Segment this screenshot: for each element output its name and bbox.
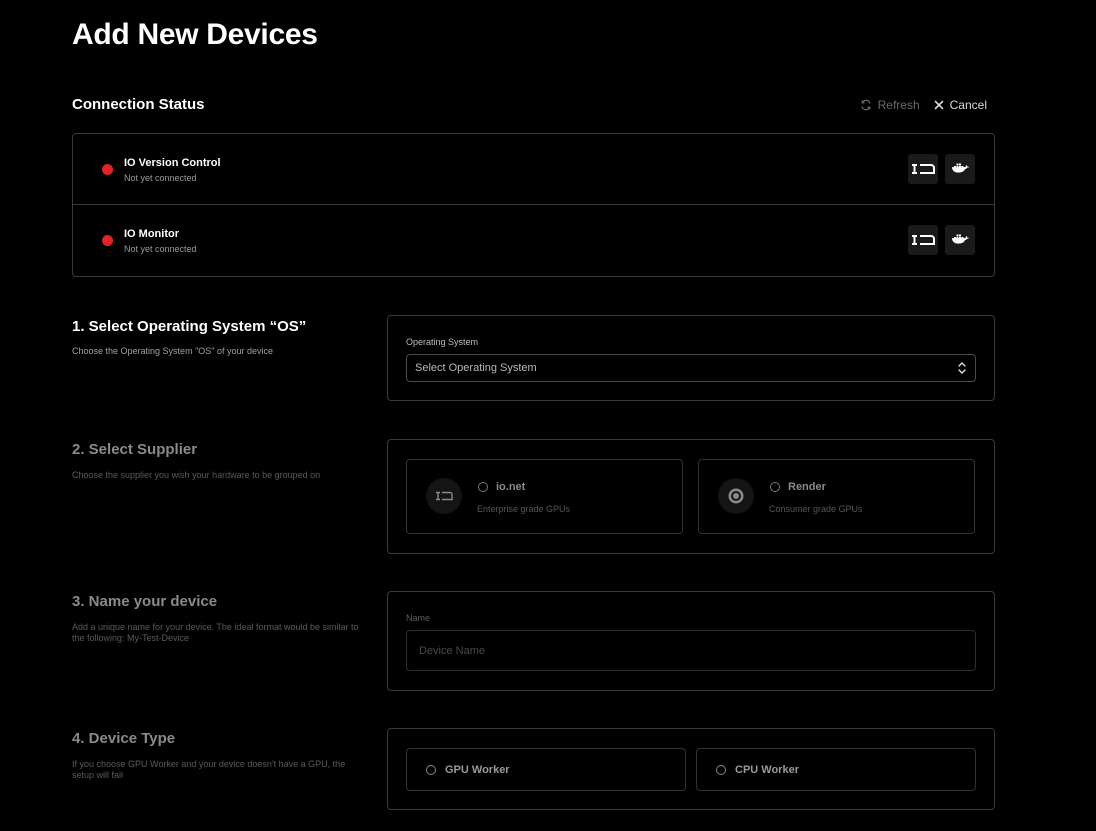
connection-status-title: Connection Status: [72, 96, 205, 113]
os-panel: Operating System Select Operating System: [387, 315, 995, 401]
step1-title: 1. Select Operating System “OS”: [72, 318, 307, 335]
connection-item-status: Not yet connected: [124, 244, 197, 254]
step4-title: 4. Device Type: [72, 730, 176, 747]
docker-icon: [952, 234, 969, 244]
supplier-radio[interactable]: [478, 482, 488, 492]
device-type-label: CPU Worker: [735, 764, 799, 776]
io-net-logo: [426, 478, 462, 514]
supplier-option-render[interactable]: Render Consumer grade GPUs: [698, 459, 975, 534]
supplier-subtitle: Enterprise grade GPUs: [477, 504, 571, 514]
connection-item-icons: [908, 154, 975, 184]
io-net-logo-button[interactable]: [908, 154, 938, 184]
page-title: Add New Devices: [72, 18, 318, 51]
os-field-label: Operating System: [406, 337, 479, 347]
io-net-logo-icon: [912, 164, 935, 174]
step2-title: 2. Select Supplier: [72, 441, 198, 458]
device-type-cpu-worker[interactable]: CPU Worker: [696, 748, 976, 791]
render-logo-icon: [728, 488, 744, 504]
step3-title: 3. Name your device: [72, 593, 218, 610]
refresh-button[interactable]: Refresh: [860, 98, 920, 112]
supplier-option-io-net[interactable]: io.net Enterprise grade GPUs: [406, 459, 683, 534]
step3-description: Add a unique name for your device. The i…: [72, 622, 359, 643]
supplier-name: Render: [788, 481, 826, 493]
supplier-subtitle: Consumer grade GPUs: [769, 504, 863, 514]
supplier-panel: io.net Enterprise grade GPUs Render Cons…: [387, 439, 995, 554]
status-dot: [102, 164, 113, 175]
supplier-name: io.net: [496, 481, 526, 493]
io-net-logo-button[interactable]: [908, 225, 938, 255]
step4-description: If you choose GPU Worker and your device…: [72, 759, 346, 780]
docker-button[interactable]: [945, 225, 975, 255]
docker-icon: [952, 163, 969, 173]
device-name-input[interactable]: [406, 630, 976, 671]
step2-description: Choose the supplier you wish your hardwa…: [72, 470, 321, 480]
io-net-logo-icon: [912, 235, 935, 245]
refresh-label: Refresh: [877, 98, 920, 112]
close-icon: [934, 100, 943, 110]
os-select[interactable]: Select Operating System: [406, 354, 976, 382]
connection-item-name: IO Version Control: [124, 157, 221, 169]
name-panel: Name: [387, 591, 995, 691]
status-dot: [102, 235, 113, 246]
device-type-label: GPU Worker: [445, 764, 510, 776]
connection-item-icons: [908, 225, 975, 255]
refresh-icon: [861, 99, 871, 111]
connection-item-version-control: IO Version Control Not yet connected: [73, 134, 994, 205]
device-type-radio[interactable]: [426, 765, 436, 775]
io-net-logo-icon: [436, 491, 453, 501]
os-select-value: Select Operating System: [415, 362, 537, 374]
supplier-radio[interactable]: [770, 482, 780, 492]
chevron-up-down-icon: [958, 362, 966, 374]
connection-status-list: IO Version Control Not yet connected IO …: [72, 133, 995, 277]
connection-item-monitor: IO Monitor Not yet connected: [73, 205, 994, 276]
render-logo: [718, 478, 754, 514]
docker-button[interactable]: [945, 154, 975, 184]
cancel-label: Cancel: [949, 98, 987, 112]
device-type-gpu-worker[interactable]: GPU Worker: [406, 748, 686, 791]
connection-item-name: IO Monitor: [124, 228, 179, 240]
name-field-label: Name: [406, 613, 431, 623]
connection-item-status: Not yet connected: [124, 173, 197, 183]
cancel-button[interactable]: Cancel: [934, 98, 987, 112]
connection-actions: Refresh Cancel: [860, 98, 987, 112]
step1-description: Choose the Operating System "OS" of your…: [72, 346, 273, 356]
device-type-panel: GPU Worker CPU Worker: [387, 728, 995, 810]
device-type-radio[interactable]: [716, 765, 726, 775]
